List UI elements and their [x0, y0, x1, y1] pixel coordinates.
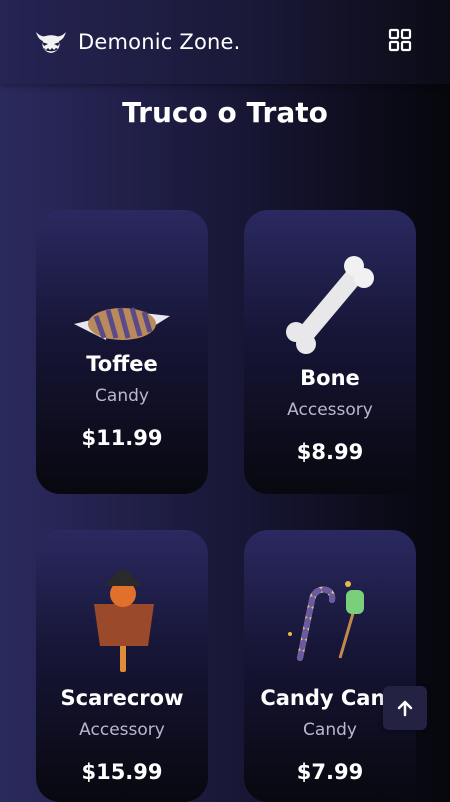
header: Demonic Zone. [0, 0, 450, 84]
product-category: Candy [95, 386, 149, 406]
product-card-toffee[interactable]: Toffee Candy $11.99 [36, 210, 208, 494]
product-price: $15.99 [81, 760, 163, 784]
product-name: Toffee [86, 352, 158, 376]
product-card-bone[interactable]: Bone Accessory $8.99 [244, 210, 416, 494]
product-card-candy-cane[interactable]: Candy Cane Candy $7.99 [244, 530, 416, 802]
product-category: Accessory [287, 400, 373, 420]
product-name: Scarecrow [60, 686, 184, 710]
product-price: $7.99 [296, 760, 364, 784]
product-card-scarecrow[interactable]: Scarecrow Accessory $15.99 [36, 530, 208, 802]
toffee-icon [74, 307, 170, 340]
arrow-up-icon [397, 700, 413, 717]
demon-face-icon[interactable] [34, 28, 68, 56]
product-price: $8.99 [296, 440, 364, 464]
brand-name[interactable]: Demonic Zone. [78, 30, 241, 54]
product-name: Bone [300, 366, 360, 390]
product-price: $11.99 [81, 426, 163, 450]
candy-cane-icon [288, 581, 364, 661]
product-category: Accessory [79, 720, 165, 740]
grid-menu-icon[interactable] [388, 28, 412, 52]
scarecrow-icon [94, 570, 154, 672]
bone-icon [286, 256, 374, 354]
page-title: Truco o Trato [122, 96, 328, 129]
scroll-to-top-button[interactable] [383, 686, 427, 730]
